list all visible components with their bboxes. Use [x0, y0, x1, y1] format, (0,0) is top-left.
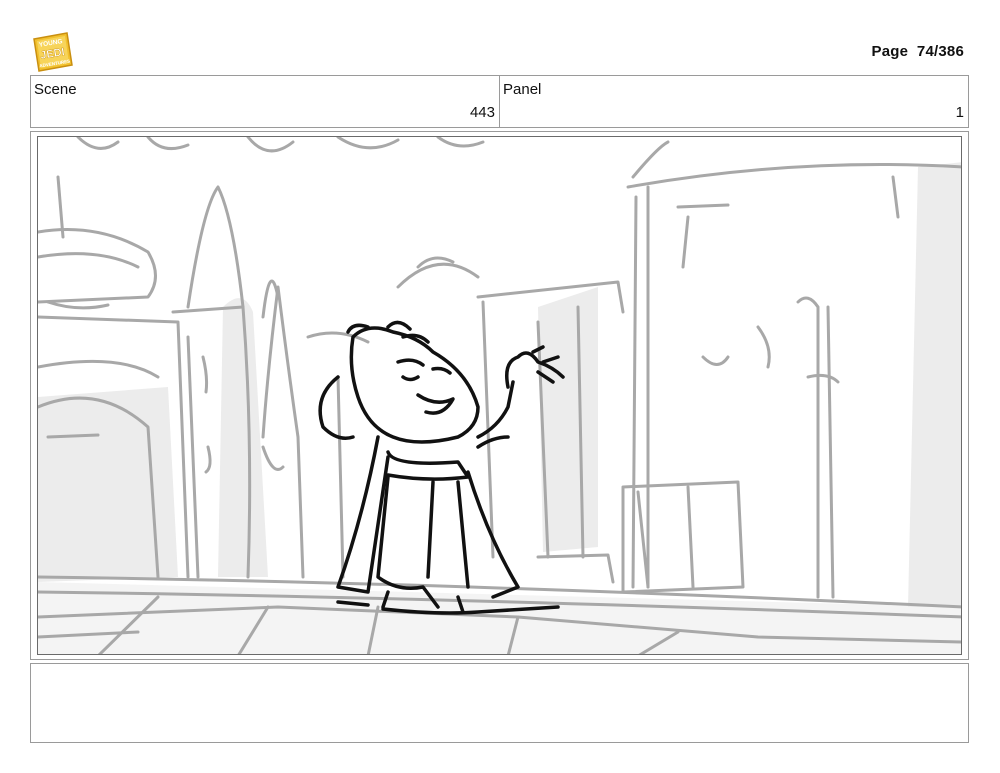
scene-cell: Scene 443	[31, 76, 499, 127]
show-logo-icon: YOUNG JEDI ADVENTURES	[31, 31, 74, 73]
storyboard-sketch-icon	[38, 137, 961, 654]
scene-panel-header: Scene 443 Panel 1	[30, 75, 969, 128]
page-number: Page 74/386	[872, 43, 965, 60]
scene-label: Scene	[34, 81, 77, 98]
scene-value: 443	[469, 104, 495, 121]
panel-notes-box	[30, 663, 969, 743]
panel-label: Panel	[503, 81, 542, 98]
panel-cell: Panel 1	[499, 76, 968, 127]
storyboard-panel-frame	[30, 131, 969, 660]
storyboard-panel-image	[37, 136, 962, 655]
page-label: Page	[871, 43, 909, 60]
page-number-value: 74/386	[916, 43, 964, 60]
panel-value: 1	[955, 104, 964, 121]
